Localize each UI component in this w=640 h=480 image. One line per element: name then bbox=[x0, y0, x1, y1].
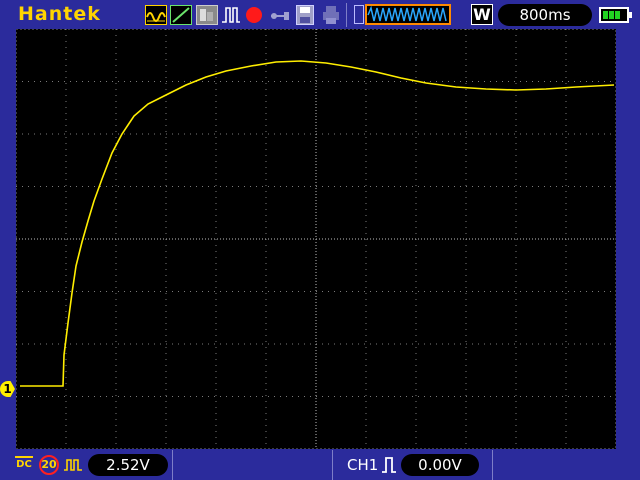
trigger-pulse-icon[interactable] bbox=[381, 456, 397, 474]
footer-separator bbox=[492, 450, 493, 480]
pulse-icon[interactable] bbox=[221, 5, 241, 25]
footer-separator bbox=[332, 450, 333, 480]
waveform-screen[interactable] bbox=[16, 29, 616, 449]
battery-icon bbox=[599, 7, 632, 23]
timebase-display[interactable]: 800ms bbox=[498, 4, 592, 26]
trigger-level-display[interactable]: 0.00V bbox=[401, 454, 479, 476]
trigger-position-marker[interactable] bbox=[354, 5, 364, 24]
waveform-display-icon[interactable] bbox=[145, 5, 167, 25]
print-icon[interactable] bbox=[322, 5, 340, 25]
brand-logo: Hantek bbox=[18, 3, 101, 25]
graticule bbox=[16, 29, 616, 449]
top-status-bar: Hantek W 800ms bbox=[0, 0, 640, 30]
probe-pulse-icon bbox=[63, 456, 83, 474]
ch1-volts-per-div[interactable]: 2.52V bbox=[88, 454, 168, 476]
ch1-waveform-trace bbox=[20, 60, 615, 387]
ch1-position-marker[interactable]: 1 bbox=[0, 381, 15, 397]
persistence-icon[interactable] bbox=[196, 5, 218, 25]
usb-icon[interactable] bbox=[270, 8, 290, 22]
graticule-axes bbox=[16, 29, 616, 449]
record-icon[interactable] bbox=[246, 7, 262, 23]
timeline-waveform-icon bbox=[367, 5, 447, 22]
vector-mode-icon[interactable] bbox=[170, 5, 192, 25]
footer-separator bbox=[172, 450, 173, 480]
acquire-mode-badge[interactable]: W bbox=[471, 4, 493, 25]
coupling-label: DC bbox=[16, 459, 32, 470]
trigger-source[interactable]: CH1 bbox=[347, 456, 378, 474]
toolbar-separator bbox=[346, 3, 347, 27]
ch1-coupling[interactable]: DC bbox=[15, 454, 33, 476]
memory-timeline[interactable] bbox=[365, 4, 451, 25]
bandwidth-limit-badge[interactable]: 20 bbox=[39, 455, 59, 475]
save-icon[interactable] bbox=[296, 5, 314, 25]
